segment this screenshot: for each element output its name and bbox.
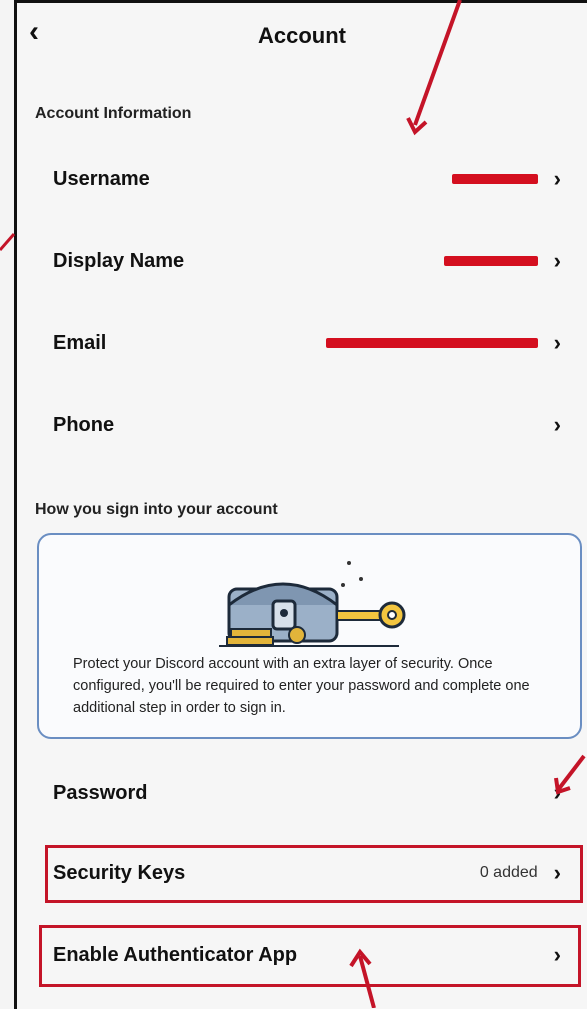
chevron-right-icon: › (553, 248, 561, 273)
annotation-arrow-left (0, 233, 16, 251)
security-description: Protect your Discord account with an ext… (73, 656, 530, 716)
email-label: Email (53, 331, 107, 354)
section-sign-in: How you sign into your account (35, 501, 278, 518)
authenticator-highlight-box (39, 925, 581, 987)
username-label: Username (53, 167, 150, 190)
account-screen: ‹ Account Account Information Username ›… (14, 0, 587, 1009)
chevron-right-icon: › (553, 330, 561, 355)
annotation-arrow-password (554, 754, 586, 795)
annotation-arrow-top (406, 0, 462, 136)
page-title: Account (258, 23, 346, 48)
chevron-right-icon: › (553, 166, 561, 191)
annotation-arrow-authenticator (349, 948, 376, 1008)
section-account-information: Account Information (35, 105, 192, 122)
top-bar: ‹ Account (17, 3, 587, 73)
display-name-row[interactable]: Display Name › (35, 233, 569, 289)
security-keys-highlight-box (45, 845, 583, 903)
chevron-right-icon: › (553, 412, 561, 437)
password-label: Password (53, 781, 148, 804)
display-name-label: Display Name (53, 249, 185, 272)
email-value-redacted (325, 334, 538, 352)
email-row[interactable]: Email › (35, 315, 569, 371)
security-info-card: Protect your Discord account with an ext… (37, 533, 582, 739)
username-value-redacted (451, 170, 538, 188)
treasure-chest-key-illustration (219, 561, 406, 647)
password-row[interactable]: Password › (35, 765, 569, 821)
phone-label: Phone (53, 413, 115, 436)
phone-row[interactable]: Phone › (35, 397, 569, 453)
username-row[interactable]: Username › (35, 151, 569, 207)
display-name-value-redacted (443, 252, 538, 270)
